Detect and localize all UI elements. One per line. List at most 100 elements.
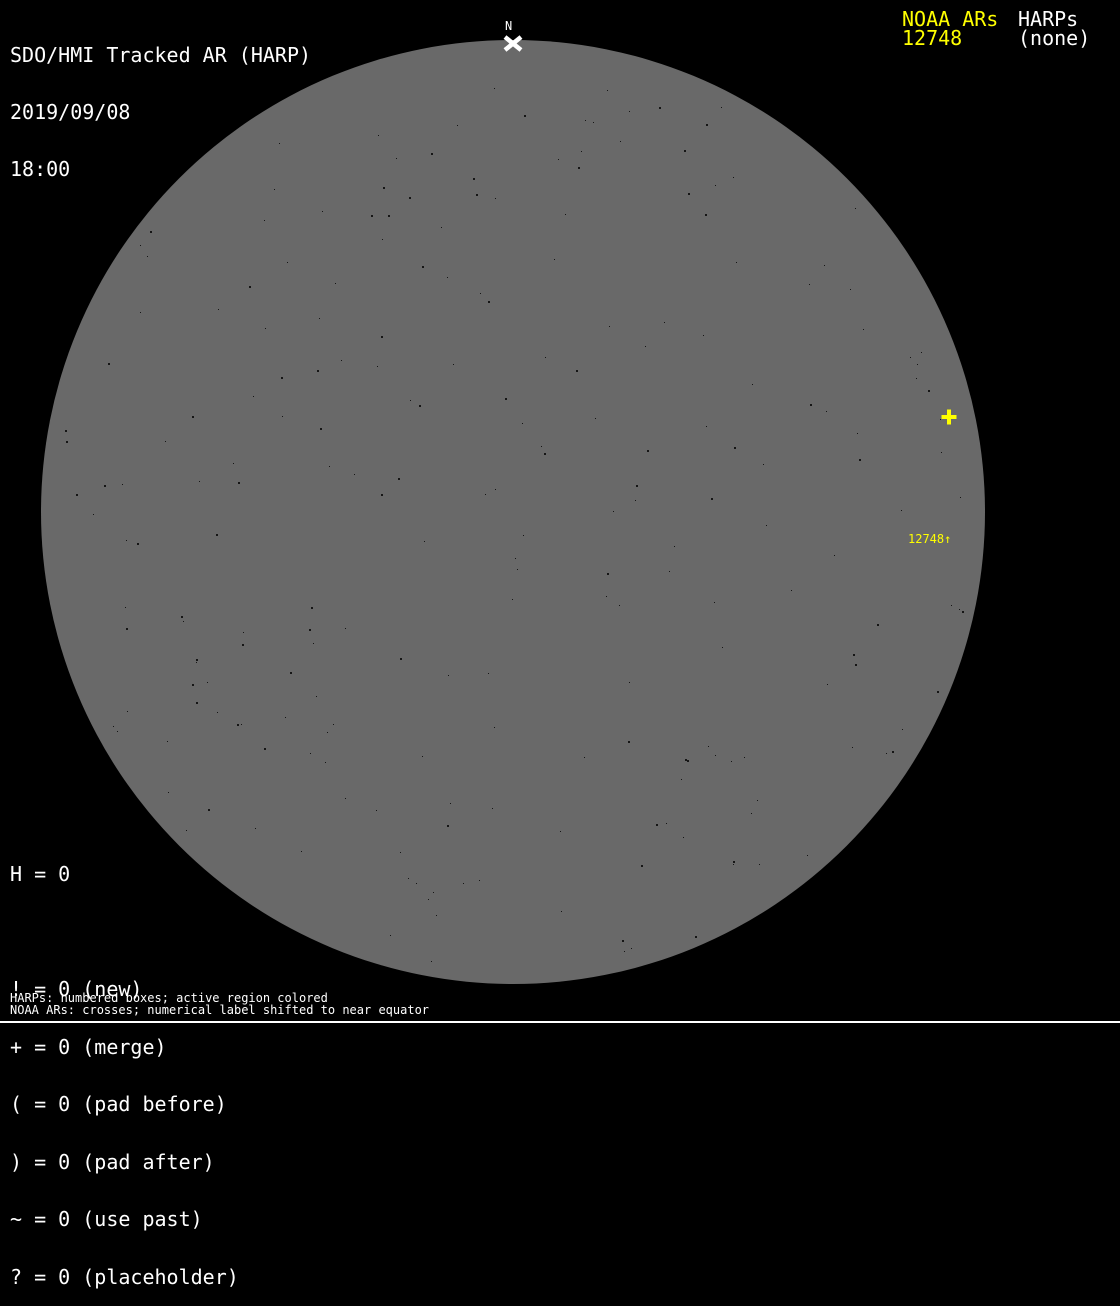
sunspot-speck (524, 115, 526, 117)
sunspot-speck (327, 732, 328, 733)
sunspot-speck (910, 357, 911, 358)
sunspot-speck (619, 605, 620, 606)
sunspot-speck (65, 430, 67, 432)
sunspot-speck (264, 748, 266, 750)
sunspot-speck (620, 141, 621, 142)
sunspot-speck (850, 289, 851, 290)
sunspot-speck (622, 940, 624, 942)
legend: H = 0 ! = 0 (new) + = 0 (merge) ( = 0 (p… (10, 827, 239, 1306)
legend-line-placeholder: ? = 0 (placeholder) (10, 1268, 239, 1288)
sunspot-speck (578, 167, 580, 169)
sunspot-speck (826, 411, 827, 412)
sunspot-speck (494, 88, 495, 89)
noaa-ar-number-label: 12748↑ (908, 533, 951, 545)
bottom-divider (0, 1021, 1120, 1023)
sunspot-speck (448, 675, 449, 676)
sunspot-speck (807, 855, 808, 856)
sunspot-speck (441, 227, 442, 228)
sunspot-speck (695, 936, 697, 938)
header-block: SDO/HMI Tracked AR (HARP) 2019/09/08 18:… (10, 8, 311, 198)
noaa-ars-column-value: 12748 (902, 29, 962, 48)
sunspot-speck (447, 825, 449, 827)
sunspot-speck (265, 328, 266, 329)
sunspot-speck (916, 378, 917, 379)
sunspot-speck (664, 322, 665, 323)
north-pole-x-icon (502, 35, 524, 52)
sunspot-speck (218, 309, 219, 310)
sunspot-speck (450, 803, 451, 804)
sunspot-speck (859, 459, 861, 461)
sunspot-speck (607, 573, 609, 575)
sunspot-speck (892, 751, 894, 753)
sunspot-speck (76, 494, 78, 496)
sunspot-speck (512, 599, 513, 600)
sunspot-speck (282, 416, 283, 417)
sunspot-speck (733, 864, 734, 865)
sunspot-speck (515, 558, 516, 559)
sunspot-speck (388, 215, 390, 217)
noaa-ar-plus-icon (941, 409, 957, 425)
sunspot-speck (928, 390, 930, 392)
sunspot-speck (473, 178, 475, 180)
sunspot-speck (827, 684, 828, 685)
sunspot-speck (325, 762, 326, 763)
sunspot-speck (125, 607, 126, 608)
sunspot-speck (345, 628, 346, 629)
sunspot-speck (317, 370, 319, 372)
sunspot-speck (766, 525, 767, 526)
sunspot-speck (126, 628, 128, 630)
sunspot-speck (715, 755, 716, 756)
sunspot-speck (863, 329, 864, 330)
sunspot-speck (192, 684, 194, 686)
sunspot-speck (117, 731, 118, 732)
sunspot-speck (684, 150, 686, 152)
sunspot-speck (558, 159, 559, 160)
sunspot-speck (335, 283, 336, 284)
sunspot-speck (659, 107, 661, 109)
sunspot-speck (751, 813, 752, 814)
sunspot-speck (322, 211, 323, 212)
sunspot-speck (495, 489, 496, 490)
sunspot-speck (629, 682, 630, 683)
sunspot-speck (705, 214, 707, 216)
sunspot-speck (457, 125, 458, 126)
sunspot-speck (734, 447, 736, 449)
sunspot-speck (140, 312, 141, 313)
sunspot-speck (341, 360, 342, 361)
sunspot-speck (410, 400, 411, 401)
sunspot-speck (917, 364, 918, 365)
sunspot-speck (285, 717, 286, 718)
sunspot-speck (238, 482, 240, 484)
sunspot-speck (544, 453, 546, 455)
sunspot-speck (607, 90, 608, 91)
sunspot-speck (560, 831, 561, 832)
observation-date: 2019/09/08 (10, 103, 311, 122)
sunspot-speck (791, 590, 792, 591)
sunspot-speck (541, 446, 542, 447)
sunspot-speck (127, 711, 128, 712)
sunspot-speck (744, 757, 745, 758)
sunspot-speck (711, 498, 713, 500)
footer-note-noaa: NOAA ARs: crosses; numerical label shift… (10, 1004, 429, 1016)
sunspot-speck (522, 423, 523, 424)
sunspot-speck (857, 433, 858, 434)
sunspot-speck (400, 852, 401, 853)
sunspot-speck (199, 481, 200, 482)
sunspot-speck (281, 377, 283, 379)
sunspot-speck (941, 452, 942, 453)
sunspot-speck (824, 265, 825, 266)
sunspot-speck (959, 609, 960, 610)
sunspot-speck (554, 259, 555, 260)
sunspot-speck (706, 124, 708, 126)
sunspot-speck (834, 555, 835, 556)
sunspot-speck (485, 494, 486, 495)
sunspot-speck (113, 726, 114, 727)
sunspot-speck (313, 643, 314, 644)
sunspot-speck (641, 865, 643, 867)
sunspot-speck (852, 747, 853, 748)
legend-line-use-past: ~ = 0 (use past) (10, 1210, 239, 1230)
sunspot-speck (237, 724, 239, 726)
sunspot-speck (492, 808, 493, 809)
sunspot-speck (731, 761, 732, 762)
sunspot-speck (759, 864, 760, 865)
